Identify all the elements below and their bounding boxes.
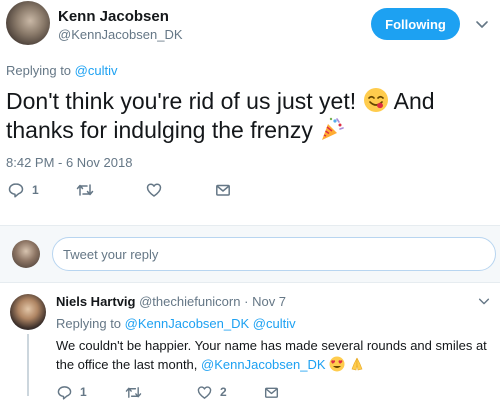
direct-message-action[interactable] [264,382,279,400]
reply-tweet[interactable]: Niels Hartvig @thechiefunicorn · Nov 7 R… [0,290,500,400]
replying-to-label: Replying to [6,63,72,78]
tweet-actions: 1 [0,180,500,204]
author-name[interactable]: Kenn Jacobsen [58,8,169,25]
retweet-icon [76,184,94,196]
party-popper-emoji-icon [322,117,345,140]
reply-icon [8,183,24,198]
like-action[interactable] [146,180,162,200]
reply-icon [57,385,72,400]
heart-eyes-emoji-icon [329,356,345,372]
chevron-down-icon[interactable] [474,16,490,32]
retweet-icon [125,386,142,398]
chevron-down-icon[interactable] [477,294,491,308]
author-avatar[interactable] [6,1,50,45]
reply-action[interactable]: 1 [8,180,39,200]
reply-text: We couldn't be happier. Your name has ma… [56,336,496,374]
reply-action[interactable]: 1 [57,382,87,400]
retweet-action[interactable] [76,180,94,200]
tweet-text-part1: Don't think you're rid of us just yet! [6,88,357,114]
reply-actions: 1 2 [0,382,500,400]
my-avatar [12,240,40,268]
folded-hands-emoji-icon [351,357,363,371]
following-button[interactable]: Following [371,8,460,40]
tweet-timestamp[interactable]: 8:42 PM - 6 Nov 2018 [6,155,132,170]
tweet-reply-input[interactable]: Tweet your reply [52,237,496,271]
reply-date[interactable]: Nov 7 [252,294,286,309]
divider [0,282,500,283]
reply-author-avatar[interactable] [10,294,46,330]
envelope-icon [216,184,230,196]
heart-icon [197,385,212,399]
reply-reply-count: 1 [80,385,87,399]
reply-text-mention[interactable]: @KennJacobsen_DK [201,357,326,372]
reply-author-name[interactable]: Niels Hartvig [56,294,135,309]
author-handle[interactable]: @KennJacobsen_DK [58,27,183,42]
replying-to-mention[interactable]: @cultiv [75,63,118,78]
reply-count: 1 [32,183,39,197]
reply-author-line: Niels Hartvig @thechiefunicorn · Nov 7 [56,294,286,309]
separator-dot: · [244,294,249,309]
reply-replying-to-label: Replying to [56,316,122,331]
savoring-food-face-emoji-icon [363,88,388,112]
heart-icon [146,183,162,197]
reply-author-handle[interactable]: @thechiefunicorn [139,294,240,309]
envelope-icon [264,387,279,398]
retweet-action[interactable] [125,382,142,400]
tweet-text: Don't think you're rid of us just yet! A… [6,87,496,145]
tweet-header: Kenn Jacobsen @KennJacobsen_DK Following [0,0,500,52]
reply-like-count: 2 [220,385,227,399]
reply-mention-1[interactable]: @KennJacobsen_DK [125,316,250,331]
like-action[interactable]: 2 [197,382,227,400]
reply-replying-to-line: Replying to @KennJacobsen_DK @cultiv [56,316,296,331]
reply-mention-2[interactable]: @cultiv [253,316,296,331]
direct-message-action[interactable] [215,180,231,200]
replying-to-line: Replying to @cultiv [6,63,118,78]
reply-composer: Tweet your reply [0,226,500,282]
